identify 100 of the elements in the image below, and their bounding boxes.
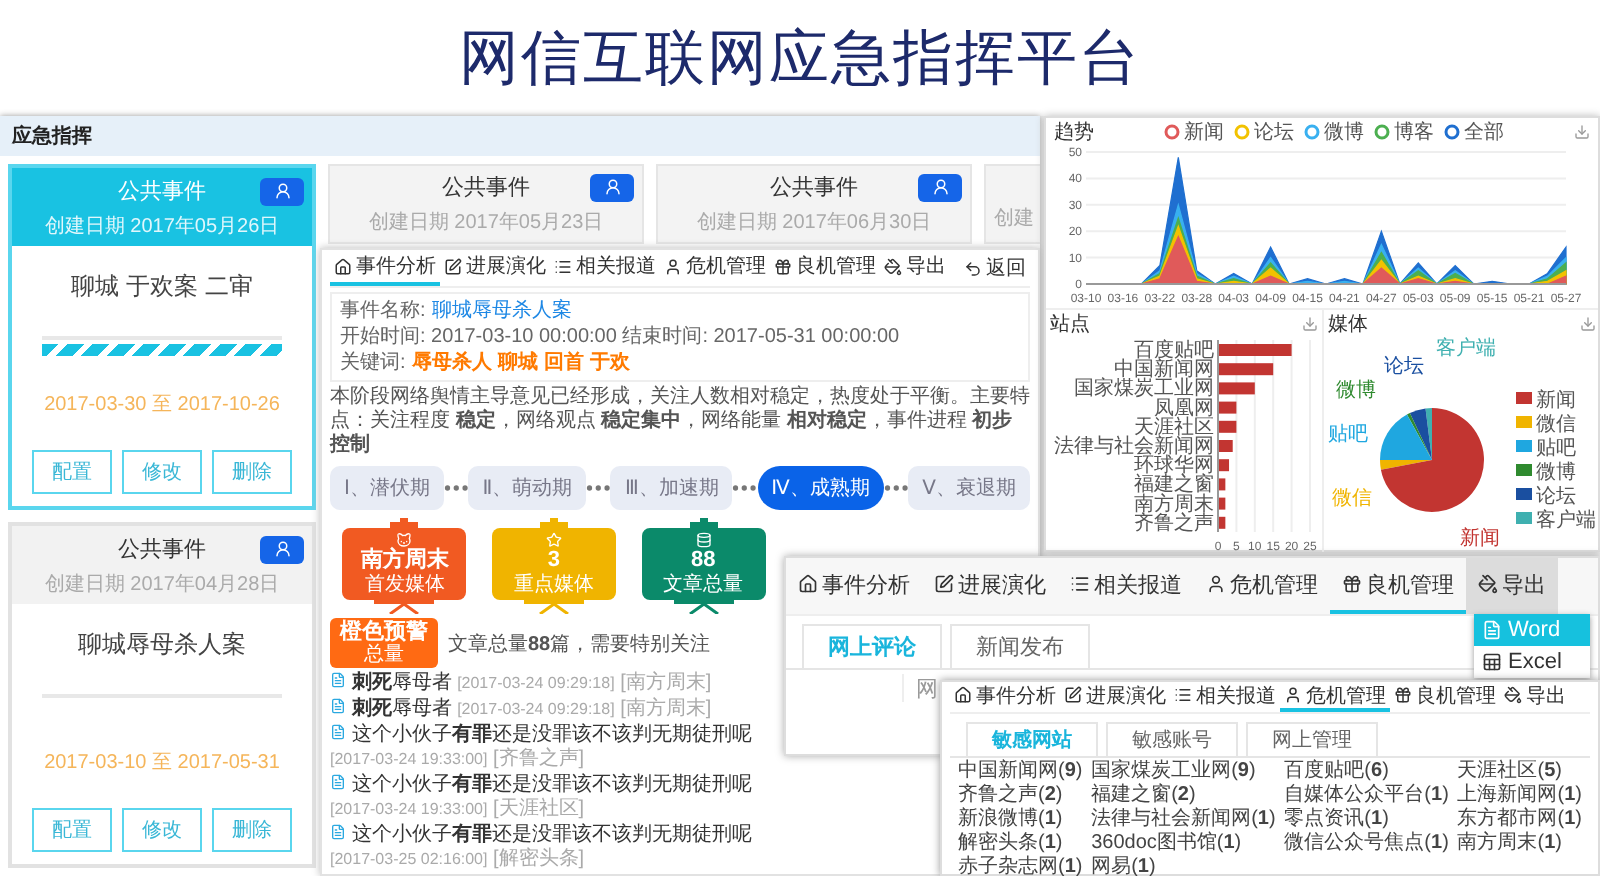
event-card[interactable]: 公共事件 创建日期 2017年05月23日 bbox=[328, 164, 644, 244]
tab[interactable]: 事件分析 bbox=[950, 682, 1060, 712]
legend-label: 贴吧 bbox=[1536, 438, 1576, 460]
menu-item[interactable]: Excel bbox=[1474, 646, 1590, 678]
tab[interactable]: 危机管理 bbox=[1280, 682, 1390, 712]
user-icon bbox=[603, 178, 621, 196]
case-name: 聊城 于欢案 二审 bbox=[71, 270, 253, 304]
tab[interactable]: 导出 bbox=[880, 250, 950, 286]
stat-value: 3 bbox=[547, 548, 561, 573]
tab[interactable]: 相关报道 bbox=[1170, 682, 1280, 712]
event-card[interactable]: 公共事件 创建日期 2017年04月28日 聊城辱母杀人案 2017-03-10 至 2017-05-31 配置 修改 删除 bbox=[8, 522, 316, 868]
back-link[interactable]: 返回 bbox=[960, 250, 1030, 286]
site-link[interactable]: 中国新闻网(9) bbox=[958, 760, 1083, 784]
site-link[interactable]: 国家煤炭工业网(9) bbox=[1091, 760, 1276, 784]
news-date: [2017-03-24 09:29:18] bbox=[457, 700, 615, 718]
tab[interactable]: 良机管理 bbox=[770, 250, 880, 286]
legend-label: 微博 bbox=[1536, 462, 1576, 484]
tab[interactable]: 相关报道 bbox=[1058, 558, 1194, 614]
site-link[interactable]: 福建之窗(2) bbox=[1091, 784, 1276, 808]
site-link[interactable]: 自媒体公众平台(1) bbox=[1284, 784, 1449, 808]
news-title[interactable]: 刺死辱母者 bbox=[351, 698, 452, 720]
news-title[interactable]: 刺死辱母者 bbox=[351, 672, 452, 694]
paint-bucket-icon bbox=[884, 257, 902, 275]
stage-chip[interactable]: Ⅰ、潜伏期 bbox=[330, 466, 444, 510]
site-link[interactable]: 东方都市网(1) bbox=[1457, 808, 1582, 832]
news-title[interactable]: 这个小伙子有罪还是没罪该不该判无期徒刑呢 bbox=[351, 824, 752, 846]
user-button[interactable] bbox=[918, 173, 962, 201]
edit-icon bbox=[934, 574, 954, 594]
bar bbox=[1218, 497, 1226, 510]
tab[interactable]: 危机管理 bbox=[660, 250, 770, 286]
tab[interactable]: 进展演化 bbox=[922, 558, 1058, 614]
legend-label: 博客 bbox=[1394, 119, 1434, 146]
site-link[interactable]: 新浪微博(1) bbox=[958, 808, 1083, 832]
stage-chip[interactable]: Ⅲ、加速期 bbox=[610, 466, 733, 510]
chart-title: 趋势 bbox=[1054, 119, 1094, 146]
site-link[interactable]: 百度贴吧(6) bbox=[1284, 760, 1449, 784]
tab[interactable]: 导出 bbox=[1466, 558, 1558, 614]
news-source: [齐鲁之声] bbox=[493, 748, 585, 770]
site-link[interactable]: 解密头条(1) bbox=[958, 832, 1083, 856]
user-button[interactable] bbox=[260, 177, 304, 205]
axis-category-label: 齐鲁之声 bbox=[1134, 512, 1214, 535]
site-link[interactable]: 天涯社区(5) bbox=[1457, 760, 1582, 784]
created-date: 创建日期 2017年05月26日 bbox=[44, 213, 280, 240]
news-title[interactable]: 这个小伙子有罪还是没罪该不该判无期徒刑呢 bbox=[351, 774, 752, 796]
column-header: 网 bbox=[916, 676, 938, 702]
document-icon bbox=[330, 724, 346, 740]
database-icon bbox=[695, 532, 712, 548]
tab[interactable]: 导出 bbox=[1500, 682, 1570, 712]
card-title: 公共事件 bbox=[442, 174, 530, 202]
site-link[interactable]: 零点资讯(1) bbox=[1284, 808, 1449, 832]
date-range: 2017-03-30 至 2017-10-26 bbox=[44, 391, 280, 418]
document-icon bbox=[330, 824, 346, 840]
event-card[interactable]: 公共事件 创建日期 2017年06月30日 bbox=[656, 164, 972, 244]
stage-chip[interactable]: Ⅱ、萌动期 bbox=[468, 466, 587, 510]
document-icon bbox=[330, 672, 346, 688]
tab[interactable]: 危机管理 bbox=[1194, 558, 1330, 614]
keyword: 聊城 bbox=[497, 350, 538, 376]
sub-tab[interactable]: 新闻发布 bbox=[950, 624, 1090, 668]
bar bbox=[1218, 516, 1226, 529]
stage-chip[interactable]: Ⅳ、成熟期 bbox=[757, 466, 884, 510]
list-icon bbox=[1174, 686, 1192, 704]
download-icon[interactable] bbox=[1574, 124, 1590, 140]
stat-value: 南方周末 bbox=[360, 548, 449, 574]
event-name: 聊城辱母杀人案 bbox=[431, 298, 572, 324]
legend-label: 微博 bbox=[1324, 119, 1364, 146]
site-link[interactable]: 360doc图书馆(1) bbox=[1091, 832, 1276, 856]
stage-chip[interactable]: Ⅴ、衰退期 bbox=[908, 466, 1030, 510]
tab[interactable]: 良机管理 bbox=[1390, 682, 1500, 712]
tab[interactable]: 进展演化 bbox=[440, 250, 550, 286]
sub-tab[interactable]: 敏感账号 bbox=[1106, 722, 1238, 756]
site-link[interactable]: 齐鲁之声(2) bbox=[958, 784, 1083, 808]
bar bbox=[1218, 363, 1274, 376]
download-icon[interactable] bbox=[1580, 316, 1596, 332]
user-button[interactable] bbox=[590, 173, 634, 201]
cat-icon bbox=[396, 532, 413, 548]
legend-label: 新闻 bbox=[1536, 390, 1576, 412]
news-title[interactable]: 这个小伙子有罪还是没罪该不该判无期徒刑呢 bbox=[351, 724, 752, 746]
site-link[interactable]: 上海新闻网(1) bbox=[1457, 784, 1582, 808]
site-link[interactable]: 法律与社会新闻网(1) bbox=[1091, 808, 1276, 832]
tab[interactable]: 事件分析 bbox=[786, 558, 922, 614]
date-range: 2017-03-10 至 2017-05-31 bbox=[44, 749, 280, 776]
user-button[interactable] bbox=[260, 535, 304, 563]
spreadsheet-icon bbox=[1482, 652, 1502, 672]
site-link[interactable]: 赤子杂志网(1) bbox=[958, 856, 1083, 876]
axis-category-label: 南方周末 bbox=[1134, 493, 1214, 516]
event-card[interactable]: 公共事件 创建日期 2017年05月26日 聊城 于欢案 二审 2017-03-30 至 2017-10-26 配置 修改 删除 bbox=[8, 164, 316, 510]
site-link[interactable]: 南方周末(1) bbox=[1457, 832, 1582, 856]
news-source: [南方周末] bbox=[620, 698, 712, 720]
tab[interactable]: 事件分析 bbox=[330, 250, 440, 286]
tab[interactable]: 相关报道 bbox=[550, 250, 660, 286]
user-icon bbox=[664, 257, 682, 275]
download-icon[interactable] bbox=[1302, 316, 1318, 332]
news-source: [南方周末] bbox=[620, 672, 712, 694]
slice-label: 微博 bbox=[1336, 380, 1376, 402]
chart-title: 媒体 bbox=[1328, 312, 1368, 338]
tab[interactable]: 进展演化 bbox=[1060, 682, 1170, 712]
sub-tab[interactable]: 网上管理 bbox=[1246, 722, 1378, 756]
slice-label: 论坛 bbox=[1384, 356, 1424, 378]
site-link[interactable]: 网易(1) bbox=[1091, 856, 1276, 876]
site-link[interactable]: 微信公众号焦点(1) bbox=[1284, 832, 1449, 856]
